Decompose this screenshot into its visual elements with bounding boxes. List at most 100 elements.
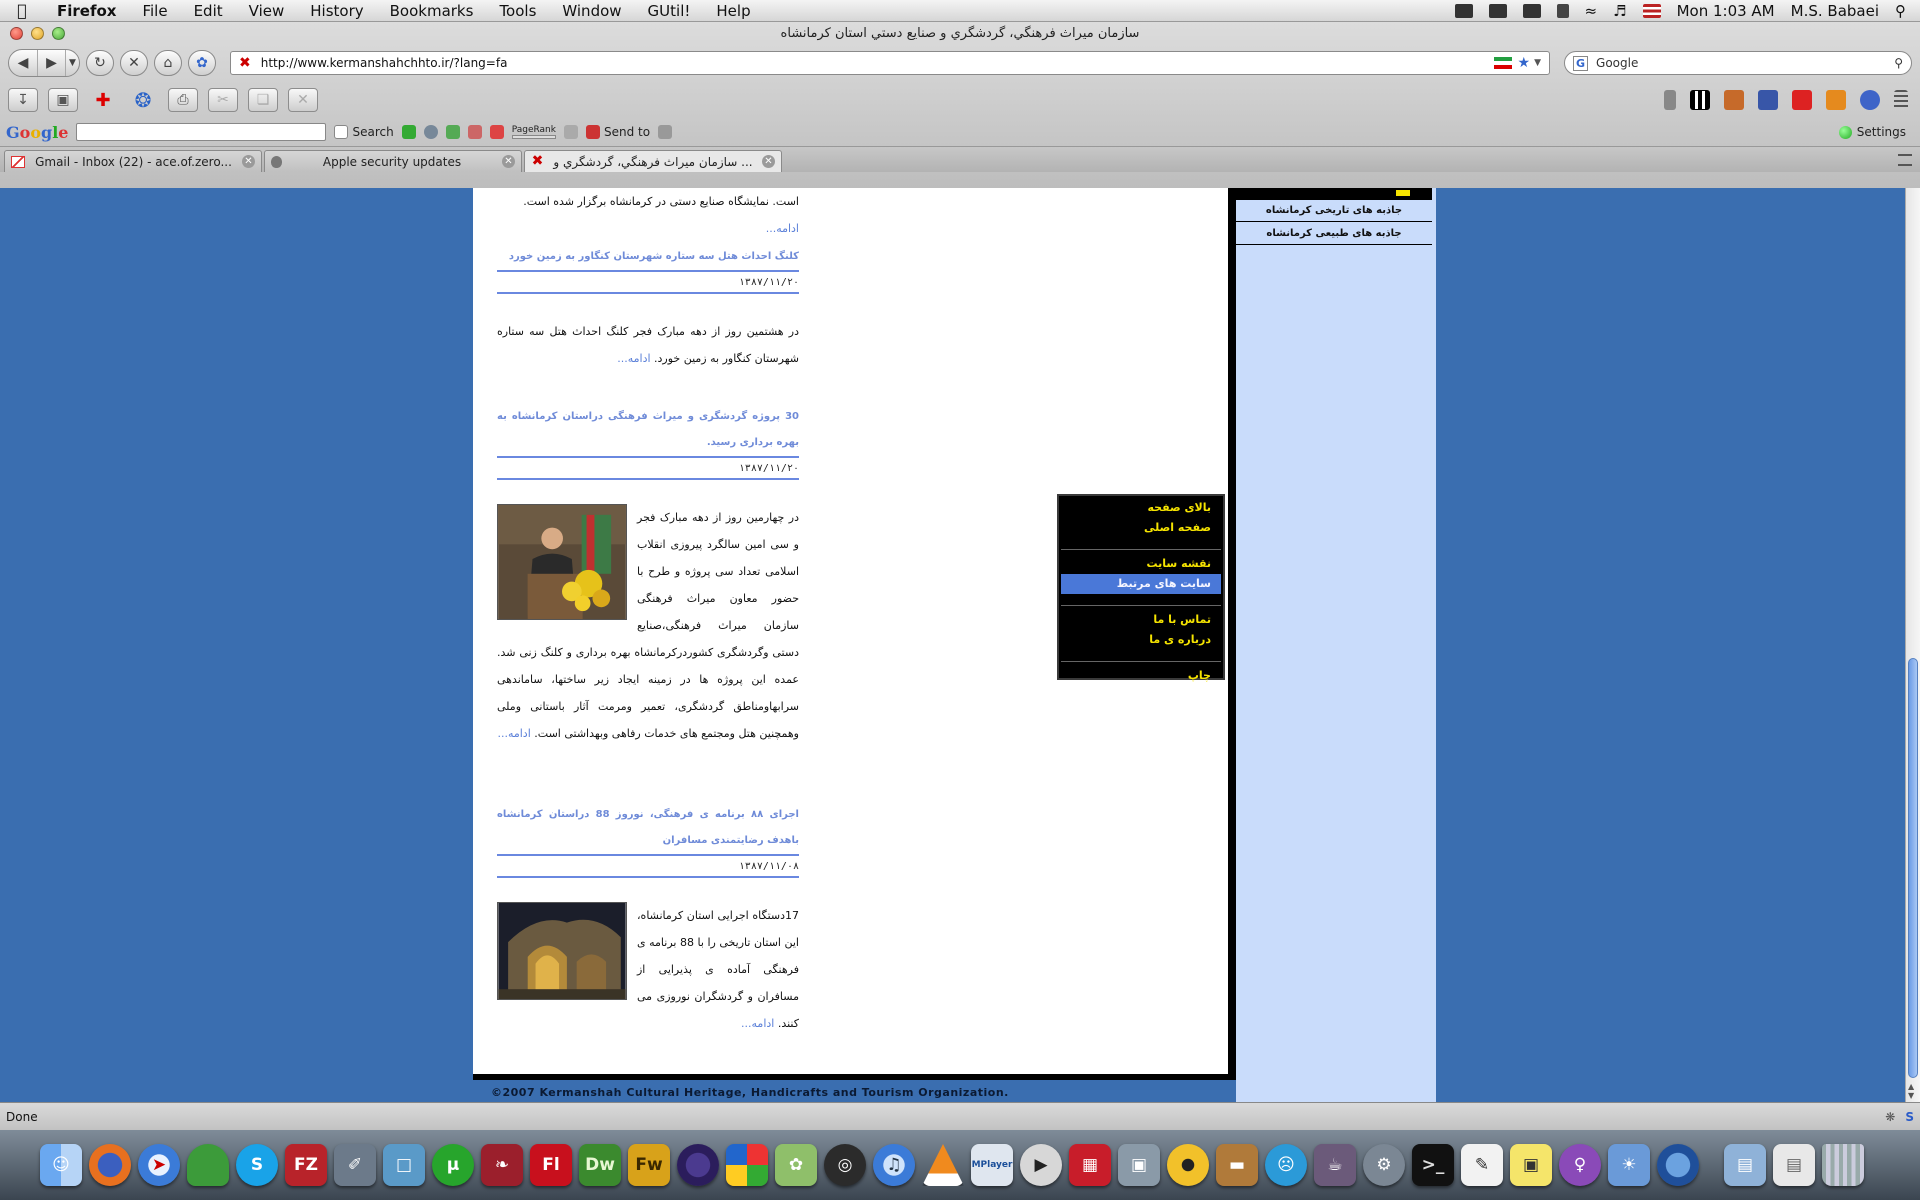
- dashboard-icon[interactable]: ✐: [334, 1144, 376, 1186]
- gender-icon[interactable]: ♀: [1559, 1144, 1601, 1186]
- pdf-icon[interactable]: [1792, 90, 1812, 110]
- google-logo[interactable]: Google: [6, 123, 68, 142]
- swirl-icon[interactable]: [1860, 90, 1880, 110]
- close-tab-icon[interactable]: ✕: [502, 155, 515, 168]
- xchat-icon[interactable]: ❧: [481, 1144, 523, 1186]
- puzzle-icon[interactable]: [401, 125, 416, 139]
- menu-help[interactable]: Help: [703, 2, 763, 20]
- news-photo-monument[interactable]: [497, 902, 627, 1000]
- bluetooth-icon[interactable]: [1556, 3, 1569, 18]
- news-headline-link[interactable]: کلنگ احداث هتل سه ستاره شهرستان کنگاور ب…: [497, 244, 799, 272]
- search-engine-icon[interactable]: G: [1573, 55, 1589, 71]
- close-tab-icon[interactable]: ✕: [242, 155, 255, 168]
- eclipse-icon[interactable]: [677, 1144, 719, 1186]
- tab-apple-security[interactable]: Apple security updates ✕: [264, 150, 522, 172]
- read-more-link[interactable]: ادامه...: [497, 727, 530, 740]
- minimize-window-button[interactable]: [31, 26, 44, 40]
- stop-button[interactable]: ✕: [120, 50, 148, 76]
- menu-history[interactable]: History: [297, 2, 376, 20]
- documents-folder-icon[interactable]: ▤: [1773, 1144, 1815, 1186]
- status-addon-icon[interactable]: ❋: [1885, 1110, 1895, 1124]
- search-bar[interactable]: G Google ⚲: [1564, 51, 1912, 75]
- magnifier-icon[interactable]: [423, 125, 438, 139]
- google-search-button[interactable]: Search: [334, 125, 394, 139]
- finder-icon[interactable]: ☺: [40, 1144, 82, 1186]
- feather-icon[interactable]: [1724, 90, 1744, 110]
- new-tab-tool-button[interactable]: ▣: [48, 88, 78, 112]
- forward-button[interactable]: ▶: [37, 50, 65, 76]
- url-bar[interactable]: ✖ http://www.kermanshahchhto.ir/?lang=fa…: [230, 51, 1550, 75]
- mail-icon[interactable]: [489, 125, 504, 139]
- read-more-link[interactable]: ادامه...: [766, 222, 799, 235]
- vlc-icon[interactable]: [922, 1144, 964, 1186]
- adium-icon[interactable]: [187, 1144, 229, 1186]
- preview-icon[interactable]: □: [383, 1144, 425, 1186]
- tab-kermanshah[interactable]: ✖ سازمان ميراث فرهنگي، گردشگري و ... ✕: [524, 150, 782, 172]
- display-icon[interactable]: [1522, 3, 1541, 18]
- iphoto-icon[interactable]: ☀: [1608, 1144, 1650, 1186]
- add-bookmark-icon[interactable]: ✚: [88, 88, 118, 112]
- vmware-icon[interactable]: ▣: [1118, 1144, 1160, 1186]
- quickmenu-print[interactable]: چاپ: [1061, 666, 1221, 686]
- input-flag-icon[interactable]: [1642, 3, 1661, 18]
- news-photo-speaker[interactable]: [497, 504, 627, 620]
- reload-button[interactable]: ↻: [86, 50, 114, 76]
- bug-icon[interactable]: [1664, 90, 1676, 110]
- search-input[interactable]: Google: [1596, 56, 1894, 70]
- news-headline-link[interactable]: 30 پروژه گردشگری و میراث فرهنگی دراستان …: [497, 404, 799, 458]
- menu-gutil[interactable]: GUtil!: [635, 2, 704, 20]
- zoom-window-button[interactable]: [52, 26, 65, 40]
- google-toolbar-input[interactable]: [76, 123, 327, 141]
- textedit-icon[interactable]: ✎: [1461, 1144, 1503, 1186]
- sidebar-link-natural[interactable]: جاذبه های طبیعی کرمانشاه: [1236, 223, 1432, 245]
- user-name[interactable]: M.S. Babaei: [1791, 2, 1879, 20]
- dvd-player-icon[interactable]: ◎: [824, 1144, 866, 1186]
- sidebar-link-historical[interactable]: جاذبه های تاریخی کرمانشاه: [1236, 200, 1432, 222]
- download-tool-button[interactable]: ↧: [8, 88, 38, 112]
- status-sync-icon[interactable]: S: [1905, 1110, 1914, 1124]
- history-dropdown-icon[interactable]: ▼: [65, 50, 79, 76]
- vertical-scrollbar[interactable]: ▲ ▼: [1905, 188, 1920, 1102]
- skype-icon[interactable]: S: [236, 1144, 278, 1186]
- stickies-icon[interactable]: ▣: [1510, 1144, 1552, 1186]
- terminal-icon[interactable]: >_: [1412, 1144, 1454, 1186]
- close-tab-icon[interactable]: ✕: [762, 155, 775, 168]
- applications-folder-icon[interactable]: ▤: [1724, 1144, 1766, 1186]
- spaces-icon[interactable]: [1454, 3, 1473, 18]
- menu-tools[interactable]: Tools: [486, 2, 549, 20]
- print-tool-button[interactable]: ⎙: [168, 88, 198, 112]
- angry-icon[interactable]: ☹: [1265, 1144, 1307, 1186]
- close-window-button[interactable]: [10, 26, 23, 40]
- send-to-button[interactable]: Send to: [585, 125, 650, 139]
- quickmenu-home[interactable]: صفحه اصلی: [1061, 518, 1221, 538]
- apple-menu-icon[interactable]: : [0, 1, 44, 20]
- url-text[interactable]: http://www.kermanshahchhto.ir/?lang=fa: [261, 56, 1494, 70]
- system-preferences-icon[interactable]: ⚙: [1363, 1144, 1405, 1186]
- menu-file[interactable]: File: [129, 2, 180, 20]
- archive-icon[interactable]: ▬: [1216, 1144, 1258, 1186]
- read-more-link[interactable]: ادامه...: [617, 352, 650, 365]
- back-button[interactable]: ◀: [9, 50, 37, 76]
- quickmenu-about[interactable]: درباره ی ما: [1061, 630, 1221, 650]
- quickmenu-related-sites[interactable]: سایت های مرتبط: [1061, 574, 1221, 594]
- windows-icon[interactable]: [726, 1144, 768, 1186]
- radiation-icon[interactable]: [1167, 1144, 1209, 1186]
- itunes-icon[interactable]: ♫: [873, 1144, 915, 1186]
- save-page-icon[interactable]: [1758, 90, 1778, 110]
- paste-tool-button[interactable]: ✕: [288, 88, 318, 112]
- copy-tool-button[interactable]: ❏: [248, 88, 278, 112]
- url-dropdown-icon[interactable]: ▼: [1534, 58, 1541, 68]
- extension-button[interactable]: ✿: [188, 50, 216, 76]
- qr-icon[interactable]: [1690, 90, 1710, 110]
- read-more-link[interactable]: ادامه...: [741, 1017, 774, 1030]
- quickmenu-contact[interactable]: تماس با ما: [1061, 610, 1221, 630]
- menu-bookmarks[interactable]: Bookmarks: [377, 2, 487, 20]
- volume-icon[interactable]: ♬: [1613, 2, 1626, 20]
- flash-icon[interactable]: Fl: [530, 1144, 572, 1186]
- pagerank-indicator[interactable]: PageRank: [512, 125, 556, 139]
- safari-compass-icon[interactable]: ❂: [128, 88, 158, 112]
- scroll-arrows-icon[interactable]: ▲ ▼: [1908, 1082, 1914, 1100]
- trash-icon[interactable]: [1822, 1144, 1864, 1186]
- bookmark-icon[interactable]: [563, 125, 578, 139]
- clock[interactable]: Mon 1:03 AM: [1677, 2, 1775, 20]
